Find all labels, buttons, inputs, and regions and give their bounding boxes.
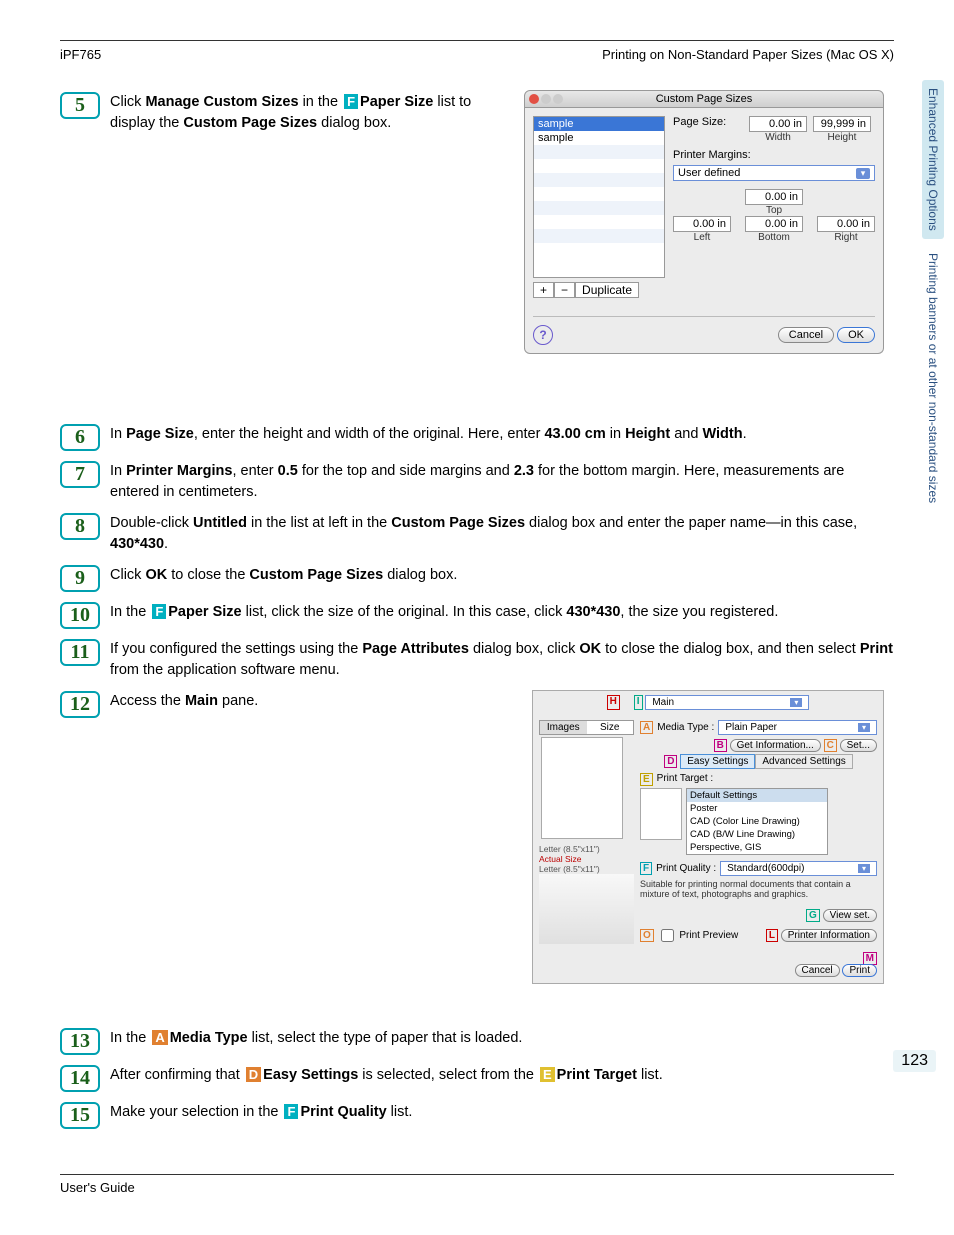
media-type-dropdown[interactable]: Plain Paper▾ [718, 720, 877, 735]
page-number: 123 [893, 1050, 936, 1072]
print-quality-dropdown[interactable]: Standard(600dpi)▾ [720, 861, 877, 876]
step-6-text: In Page Size, enter the height and width… [110, 424, 894, 445]
step-5-text: Click Manage Custom Sizes in the FPaper … [110, 92, 500, 134]
side-tab-banners[interactable]: Printing banners or at other non-standar… [922, 245, 944, 511]
printer-image [539, 874, 634, 944]
add-button[interactable]: + [533, 282, 554, 298]
set-button[interactable]: Set... [840, 739, 877, 752]
step-number-11: 11 [60, 639, 100, 666]
step-12-text: Access the Main pane. [110, 691, 500, 712]
section-title: Printing on Non-Standard Paper Sizes (Ma… [602, 47, 894, 62]
cancel-button[interactable]: Cancel [778, 327, 834, 343]
step-number-7: 7 [60, 461, 100, 488]
cancel-button[interactable]: Cancel [795, 964, 840, 977]
preview-thumbnail [541, 737, 623, 839]
ok-button[interactable]: OK [837, 327, 875, 343]
step-number-8: 8 [60, 513, 100, 540]
pane-dropdown[interactable]: Main▾ [645, 695, 809, 710]
step-7-text: In Printer Margins, enter 0.5 for the to… [110, 461, 894, 503]
page-size-label: Page Size: [673, 116, 743, 128]
margins-dropdown[interactable]: User defined▾ [673, 165, 875, 181]
tab-images[interactable]: Images [540, 721, 587, 734]
step-number-9: 9 [60, 565, 100, 592]
list-item[interactable]: sample [534, 117, 664, 131]
dialog-title: Custom Page Sizes [524, 90, 884, 108]
remove-button[interactable]: − [554, 282, 575, 298]
page-header: iPF765 Printing on Non-Standard Paper Si… [60, 47, 894, 62]
step-number-6: 6 [60, 424, 100, 451]
bottom-margin[interactable]: 0.00 in [745, 216, 803, 232]
step-number-12: 12 [60, 691, 100, 718]
view-set-button[interactable]: View set. [823, 909, 877, 922]
step-number-10: 10 [60, 602, 100, 629]
print-button[interactable]: Print [842, 964, 877, 977]
step-14-text: After confirming that DEasy Settings is … [110, 1065, 894, 1086]
print-target-list[interactable]: Default Settings Poster CAD (Color Line … [686, 788, 828, 855]
step-15-text: Make your selection in the FPrint Qualit… [110, 1102, 894, 1123]
quality-hint: Suitable for printing normal documents t… [640, 879, 877, 899]
step-number-13: 13 [60, 1028, 100, 1055]
side-tabs: Enhanced Printing Options Printing banne… [922, 80, 944, 517]
target-preview [640, 788, 682, 840]
height-field[interactable]: 99,999 in [813, 116, 871, 132]
custom-page-sizes-dialog: Custom Page Sizes sample sample + [524, 90, 884, 354]
right-margin[interactable]: 0.00 in [817, 216, 875, 232]
advanced-settings-tab[interactable]: Advanced Settings [755, 754, 852, 769]
step-number-15: 15 [60, 1102, 100, 1129]
step-8-text: Double-click Untitled in the list at lef… [110, 513, 894, 555]
step-10-text: In the FPaper Size list, click the size … [110, 602, 894, 623]
printer-info-button[interactable]: Printer Information [781, 929, 877, 942]
step-9-text: Click OK to close the Custom Page Sizes … [110, 565, 894, 586]
window-controls[interactable] [529, 94, 563, 104]
top-margin[interactable]: 0.00 in [745, 189, 803, 205]
tab-size[interactable]: Size [587, 721, 634, 734]
step-11-text: If you configured the settings using the… [110, 639, 894, 681]
easy-settings-tab[interactable]: Easy Settings [680, 754, 755, 769]
print-preview-checkbox[interactable] [661, 929, 674, 942]
get-info-button[interactable]: Get Information... [730, 739, 821, 752]
width-field[interactable]: 0.00 in [749, 116, 807, 132]
printer-margins-label: Printer Margins: [673, 149, 875, 161]
product-name: iPF765 [60, 47, 101, 62]
list-item[interactable]: sample [534, 131, 664, 145]
footer: User's Guide [60, 1180, 135, 1195]
custom-sizes-list[interactable]: sample sample [533, 116, 665, 278]
left-margin[interactable]: 0.00 in [673, 216, 731, 232]
help-icon[interactable]: ? [533, 325, 553, 345]
duplicate-button[interactable]: Duplicate [575, 282, 639, 298]
step-13-text: In the AMedia Type list, select the type… [110, 1028, 894, 1049]
step-number-14: 14 [60, 1065, 100, 1092]
side-tab-enhanced[interactable]: Enhanced Printing Options [922, 80, 944, 239]
step-number-5: 5 [60, 92, 100, 119]
main-pane-dialog: H I Main▾ Images Size Letter (8.5"x11") … [532, 690, 884, 984]
